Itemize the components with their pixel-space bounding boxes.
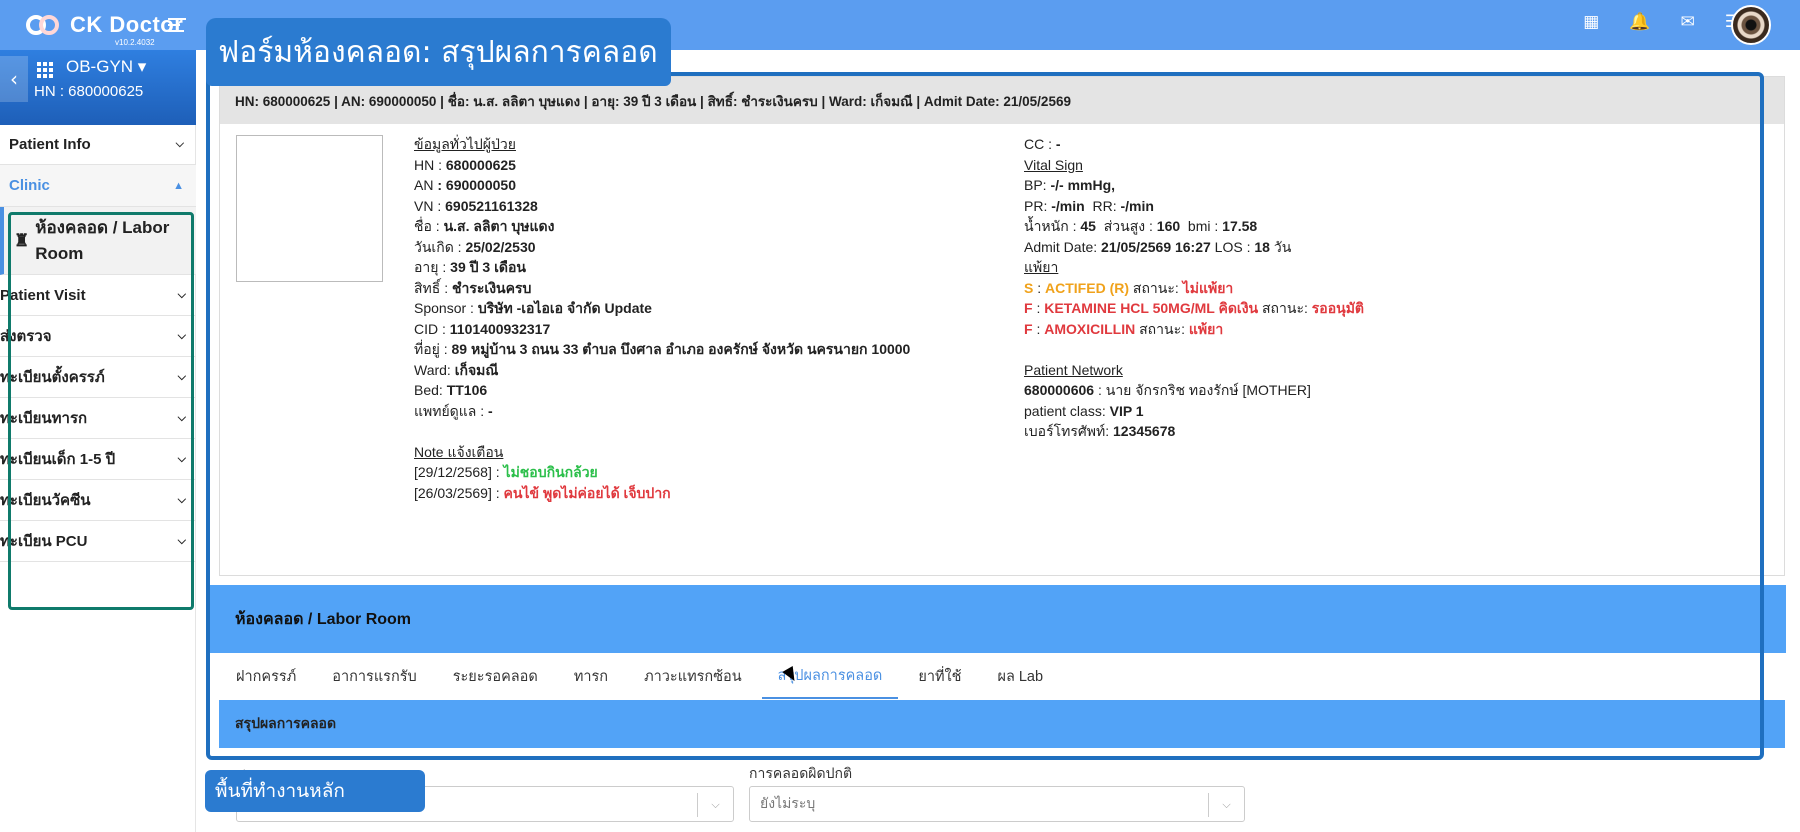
sidebar-item-vaccine-registry[interactable]: ทะเบียนวัคซีน ⌵ [0,480,196,521]
app-logo[interactable]: CK Doctor [26,12,183,38]
class-row: patient class: VIP 1 [1024,402,1144,419]
chevron-down-icon: ⌵ [697,793,733,817]
sidebar-hn: HN : 680000625 [34,83,144,100]
grid-icon[interactable] [37,62,53,78]
pr-rr-row: PR: -/min RR: -/min [1024,197,1154,214]
allergy-row: F : KETAMINE HCL 50MG/ML คิดเงิน สถานะ: … [1024,300,1365,316]
tab-medications[interactable]: ยาที่ใช้ [918,653,961,699]
body-row: น้ำหนัก : 45 ส่วนสูง : 160 bmi : 17.58 [1024,218,1258,234]
chevron-down-icon: ⌵ [177,411,186,424]
bed-row: Bed: TT106 [414,382,488,398]
sidebar-item-pregnancy-registry[interactable]: ทะเบียนตั้งครรภ์ ⌵ [0,357,196,398]
sidebar-item-pcu-registry[interactable]: ทะเบียน PCU ⌵ [0,521,196,562]
ward-row: Ward: เก็จมณี [414,361,499,378]
tab-labor-stage[interactable]: ระยะรอคลอด [453,653,538,699]
annotation-workspace-label: พื้นที่ทำงานหลัก [205,770,425,812]
hn-row: HN : 680000625 [414,156,516,173]
abnormal-delivery-label: การคลอดผิดปกติ [749,765,853,781]
name-row: ชื่อ : น.ส. ลลิตา บุษแดง [414,218,555,234]
sidebar-menu: Patient Info ⌵ Clinic ▲ ♜ ห้องคลอด / Labor… [0,125,196,562]
network-title: Patient Network [1024,361,1123,378]
right-row: สิทธิ์ : ชำระเงินครบ [414,279,532,296]
sidebar-item-send-exam[interactable]: ส่งตรวจ ⌵ [0,316,196,357]
labor-room-header: ห้องคลอด / Labor Room [210,585,1786,653]
delivery-summary-header: สรุปผลการคลอด [219,700,1785,748]
an-row: AN : 690000050 [414,177,516,193]
allergy-row: S : ACTIFED (R) สถานะ: ไม่แพ้ยา [1024,279,1234,296]
tab-complications[interactable]: ภาวะแทรกซ้อน [644,653,742,699]
tab-infant[interactable]: ทารก [574,653,608,699]
bp-row: BP: -/- mmHg, [1024,177,1116,193]
annotation-title: ฟอร์มห้องคลอด: สรุปผลการคลอด [206,18,671,86]
tab-lab-results[interactable]: ผล Lab [997,653,1043,699]
sidebar-item-patient-visit[interactable]: Patient Visit ⌵ [0,275,196,316]
menu-toggle-icon[interactable] [168,18,186,32]
tab-delivery-summary[interactable]: สรุปผลการคลอด [761,653,899,699]
tab-antenatal[interactable]: ฝากครรภ์ [236,653,296,699]
top-icons: ▦ 🔔 ✉ ☰ [1583,12,1740,32]
chevron-down-icon: ⌵ [177,452,186,465]
main-content: HN: 680000625 | AN: 690000050 | ชื่อ: น.… [209,50,1789,832]
sidebar: ‹ OB-GYN ▾ HN : 680000625 Patient Info ⌵ … [0,50,196,832]
allergy-row: F : AMOXICILLIN สถานะ: แพ้ยา [1024,320,1224,337]
address-row: ที่อยู่ : 89 หมู่บ้าน 3 ถนน 33 ตำบล บึงศ… [414,341,911,357]
note-row: [29/12/2568] : ไม่ชอบกินกล้วย [414,464,598,480]
labor-tabs: ฝากครรภ์ อาการแรกรับ ระยะรอคลอด ทารก ภาว… [219,653,1785,699]
department-selector[interactable]: OB-GYN ▾ [66,57,146,77]
patient-general-info: ข้อมูลทั่วไปผู้ป่วย HN : 680000625 AN : … [414,134,994,503]
patient-card: HN: 680000625 | AN: 690000050 | ชื่อ: น.… [219,76,1785,576]
doctor-row: แพทย์ดูแล : - [414,402,493,419]
cc-row: CC : - [1024,136,1061,152]
chevron-down-icon: ⌵ [175,138,184,150]
chevron-down-icon: ⌵ [177,329,186,342]
sidebar-item-clinic[interactable]: Clinic ▲ [0,165,196,207]
chevron-down-icon: ⌵ [1208,793,1244,817]
note-row: [26/03/2569] : คนไข้ พูดไม่ค่อยได้ เจ็บป… [414,484,671,501]
chevron-down-icon: ⌵ [177,370,186,383]
apps-icon[interactable]: ▦ [1583,12,1599,32]
chevron-down-icon: ⌵ [177,493,186,506]
app-version: v10.2.4032 [115,38,155,47]
logo-icon [26,13,64,37]
note-title: Note แจ้งเตือน [414,443,504,460]
chevron-up-icon: ▲ [173,179,184,192]
back-chevron-icon[interactable]: ‹ [0,56,28,102]
sidebar-item-patient-info[interactable]: Patient Info ⌵ [0,125,196,165]
user-avatar[interactable] [1731,5,1771,45]
sidebar-item-infant-registry[interactable]: ทะเบียนทารก ⌵ [0,398,196,439]
age-row: อายุ : 39 ปี 3 เดือน [414,259,526,275]
sidebar-header: ‹ OB-GYN ▾ HN : 680000625 [0,50,196,125]
general-info-title: ข้อมูลทั่วไปผู้ป่วย [414,136,516,152]
chevron-down-icon: ⌵ [177,288,186,301]
bell-icon[interactable]: 🔔 [1629,12,1650,32]
sidebar-item-child-registry[interactable]: ทะเบียนเด็ก 1-5 ปี ⌵ [0,439,196,480]
chevron-down-icon: ⌵ [177,534,186,547]
tab-admission-symptoms[interactable]: อาการแรกรับ [332,653,416,699]
network-row: 680000606 : นาย จักรกริช ทองรักษ์ [MOTHE… [1024,382,1311,398]
abnormal-delivery-select[interactable]: ยังไม่ระบุ ⌵ [749,786,1245,822]
clinic-submenu: ♜ ห้องคลอด / Labor Room Patient Visit ⌵ ส… [0,207,196,562]
stroller-icon: ♜ [14,230,30,250]
admit-row: Admit Date: 21/05/2569 16:27 LOS : 18 วั… [1024,238,1292,255]
sidebar-item-labor-room[interactable]: ♜ ห้องคลอด / Labor Room [0,207,196,275]
vital-title: Vital Sign [1024,156,1083,173]
sponsor-row: Sponsor : บริษัท -เอไอเอ จำกัด Update [414,300,652,316]
dob-row: วันเกิด : 25/02/2530 [414,238,536,255]
cid-row: CID : 1101400932317 [414,320,551,337]
allergy-title: แพ้ยา [1024,259,1059,275]
phone-row: เบอร์โทรศัพท์: 12345678 [1024,423,1176,439]
mail-icon[interactable]: ✉ [1681,12,1695,32]
patient-clinical-info: CC : - Vital Sign BP: -/- mmHg, PR: -/mi… [1024,134,1724,442]
patient-photo [236,135,383,282]
vn-row: VN : 690521161328 [414,197,538,214]
logo-text: CK Doctor [70,12,184,37]
